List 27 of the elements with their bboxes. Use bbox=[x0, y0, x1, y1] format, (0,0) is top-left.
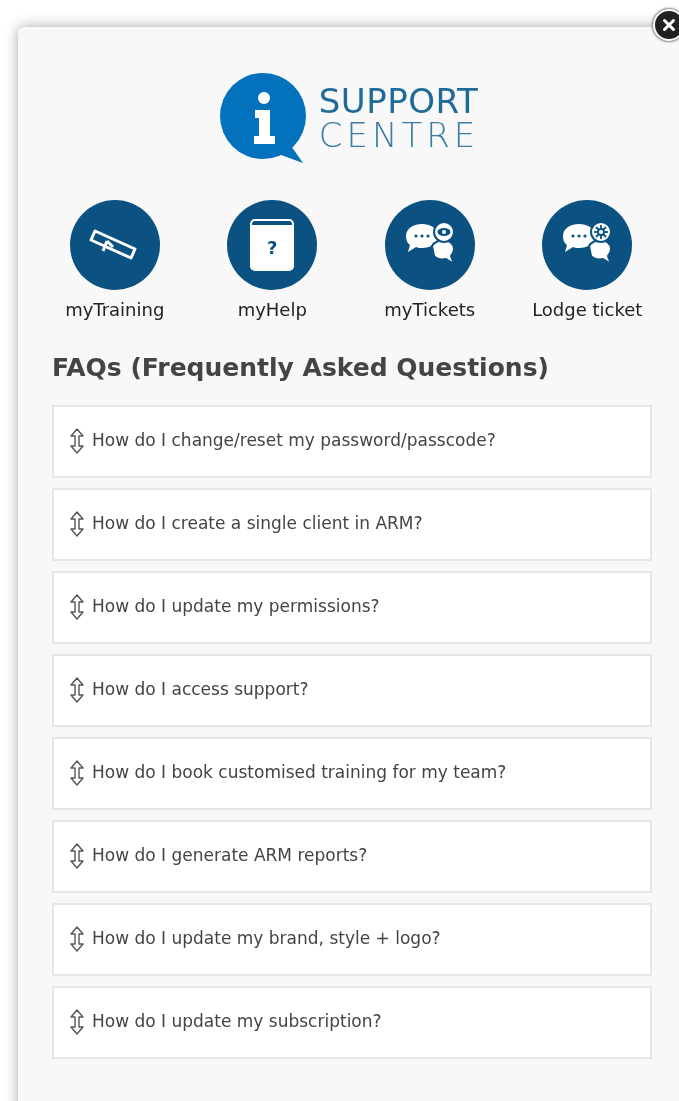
logo-title: SUPPORT bbox=[318, 84, 480, 118]
faq-item[interactable]: How do I access support? bbox=[52, 653, 652, 727]
info-bubble-icon bbox=[218, 73, 309, 163]
shortcut-button[interactable]: ? myHelp bbox=[193, 200, 351, 323]
faq-item[interactable]: How do I generate ARM reports? bbox=[52, 819, 652, 893]
expand-arrows-icon bbox=[70, 1009, 84, 1035]
expand-arrows-icon bbox=[70, 511, 84, 537]
faq-heading: FAQs (Frequently Asked Questions) bbox=[52, 352, 550, 384]
expand-arrows-icon bbox=[70, 926, 84, 952]
expand-arrows-icon bbox=[70, 677, 84, 703]
close-button[interactable] bbox=[653, 9, 679, 41]
shortcut-button[interactable]: myTraining bbox=[36, 200, 194, 323]
faq-item[interactable]: How do I change/reset my password/passcode? bbox=[52, 404, 652, 478]
expand-arrows-icon bbox=[70, 428, 84, 454]
shortcut-button[interactable]: myTickets bbox=[351, 200, 509, 323]
close-icon bbox=[660, 16, 678, 34]
faq-item[interactable]: How do I update my brand, style + logo? bbox=[52, 902, 652, 976]
faq-item[interactable]: How do I book customised training for my team? bbox=[52, 736, 652, 810]
help-book-icon: ? bbox=[252, 221, 293, 269]
logo-subtitle: CENTRE bbox=[318, 118, 480, 152]
expand-arrows-icon bbox=[70, 843, 84, 869]
faq-item[interactable]: How do I update my subscription? bbox=[52, 985, 652, 1059]
expand-arrows-icon bbox=[70, 594, 84, 620]
shortcut-button[interactable]: Lodge ticket bbox=[508, 200, 666, 323]
expand-arrows-icon bbox=[70, 760, 84, 786]
faq-item[interactable]: How do I create a single client in ARM? bbox=[52, 487, 652, 561]
faq-item[interactable]: How do I update my permissions? bbox=[52, 570, 652, 644]
